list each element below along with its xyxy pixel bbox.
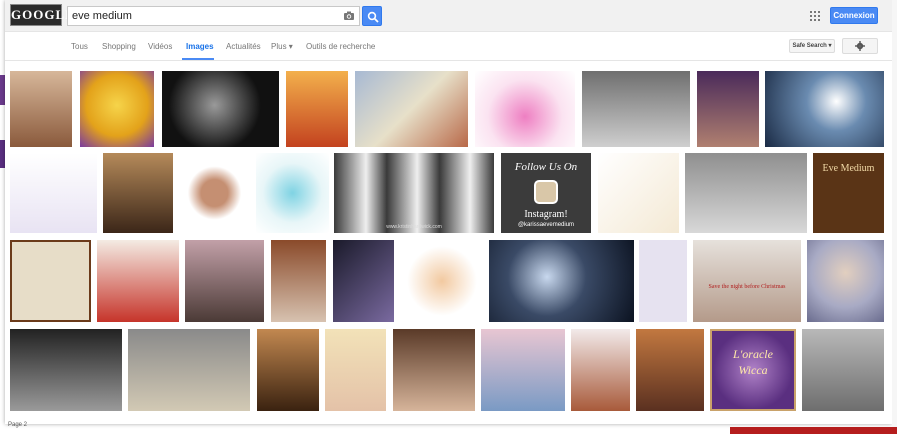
- tab-bar: Tous Shopping Vidéos Images Actualités P…: [5, 33, 892, 61]
- search-button[interactable]: [362, 6, 382, 26]
- tab-images[interactable]: Images: [186, 42, 214, 51]
- settings-button[interactable]: [842, 38, 878, 54]
- image-result[interactable]: www.kristinhardwick.com: [334, 153, 494, 233]
- image-result[interactable]: [10, 71, 72, 147]
- browser-window: GOOGLE Connexion Tous Shopping Vidéos: [5, 0, 892, 428]
- tab-more[interactable]: Plus ▾: [271, 42, 293, 51]
- image-result[interactable]: [639, 240, 687, 322]
- image-result[interactable]: Eve Medium: [813, 153, 884, 233]
- image-results-grid: www.kristinhardwick.com Follow Us On Ins…: [5, 62, 892, 418]
- image-result[interactable]: [10, 153, 97, 233]
- image-result[interactable]: [582, 71, 690, 147]
- search-icon: [367, 11, 379, 23]
- search-box[interactable]: [67, 6, 360, 26]
- image-result[interactable]: Follow Us On Instagram! @karissaevemediu…: [501, 153, 591, 233]
- image-result[interactable]: [80, 71, 154, 147]
- image-result[interactable]: [765, 71, 884, 147]
- background-page-edge: [892, 0, 897, 434]
- image-result[interactable]: [185, 240, 264, 322]
- apps-grid-icon[interactable]: [810, 11, 820, 21]
- search-header: GOOGLE Connexion: [5, 0, 892, 32]
- image-result[interactable]: [271, 240, 326, 322]
- image-result[interactable]: [179, 153, 250, 233]
- instagram-icon: [534, 180, 558, 204]
- active-tab-indicator: [182, 58, 214, 60]
- background-banner: [730, 427, 897, 434]
- tab-all[interactable]: Tous: [71, 42, 88, 51]
- image-result[interactable]: [103, 153, 173, 233]
- tab-search-tools[interactable]: Outils de recherche: [306, 42, 375, 51]
- image-result[interactable]: [10, 329, 122, 411]
- image-result[interactable]: [802, 329, 884, 411]
- image-result[interactable]: [256, 153, 329, 233]
- image-result[interactable]: Save the night before Christmas: [693, 240, 801, 322]
- safe-search-dropdown[interactable]: Safe Search ▾: [789, 39, 835, 53]
- tab-videos[interactable]: Vidéos: [148, 42, 172, 51]
- image-result[interactable]: [333, 240, 394, 322]
- image-result[interactable]: [489, 240, 634, 322]
- image-result[interactable]: [481, 329, 565, 411]
- signin-button[interactable]: Connexion: [830, 7, 878, 24]
- search-input[interactable]: [72, 7, 332, 25]
- image-result[interactable]: [355, 71, 468, 147]
- image-result[interactable]: [571, 329, 630, 411]
- image-result[interactable]: [401, 240, 483, 322]
- image-result[interactable]: [598, 153, 679, 233]
- page-number: Page 2: [8, 422, 28, 428]
- image-result[interactable]: [325, 329, 386, 411]
- tab-news[interactable]: Actualités: [226, 42, 261, 51]
- image-result[interactable]: [162, 71, 279, 147]
- image-result[interactable]: [697, 71, 759, 147]
- image-result[interactable]: [685, 153, 807, 233]
- image-result[interactable]: [128, 329, 250, 411]
- google-logo[interactable]: GOOGLE: [10, 4, 74, 26]
- image-result[interactable]: L'oracle Wicca: [710, 329, 796, 411]
- image-result[interactable]: [286, 71, 348, 147]
- camera-icon[interactable]: [343, 10, 355, 22]
- gear-icon: [855, 41, 865, 51]
- image-result[interactable]: [97, 240, 179, 322]
- image-result[interactable]: [636, 329, 704, 411]
- image-result[interactable]: [807, 240, 884, 322]
- image-result[interactable]: [475, 71, 575, 147]
- image-result[interactable]: [10, 240, 91, 322]
- image-result[interactable]: [393, 329, 475, 411]
- tab-shopping[interactable]: Shopping: [102, 42, 136, 51]
- image-result[interactable]: [257, 329, 319, 411]
